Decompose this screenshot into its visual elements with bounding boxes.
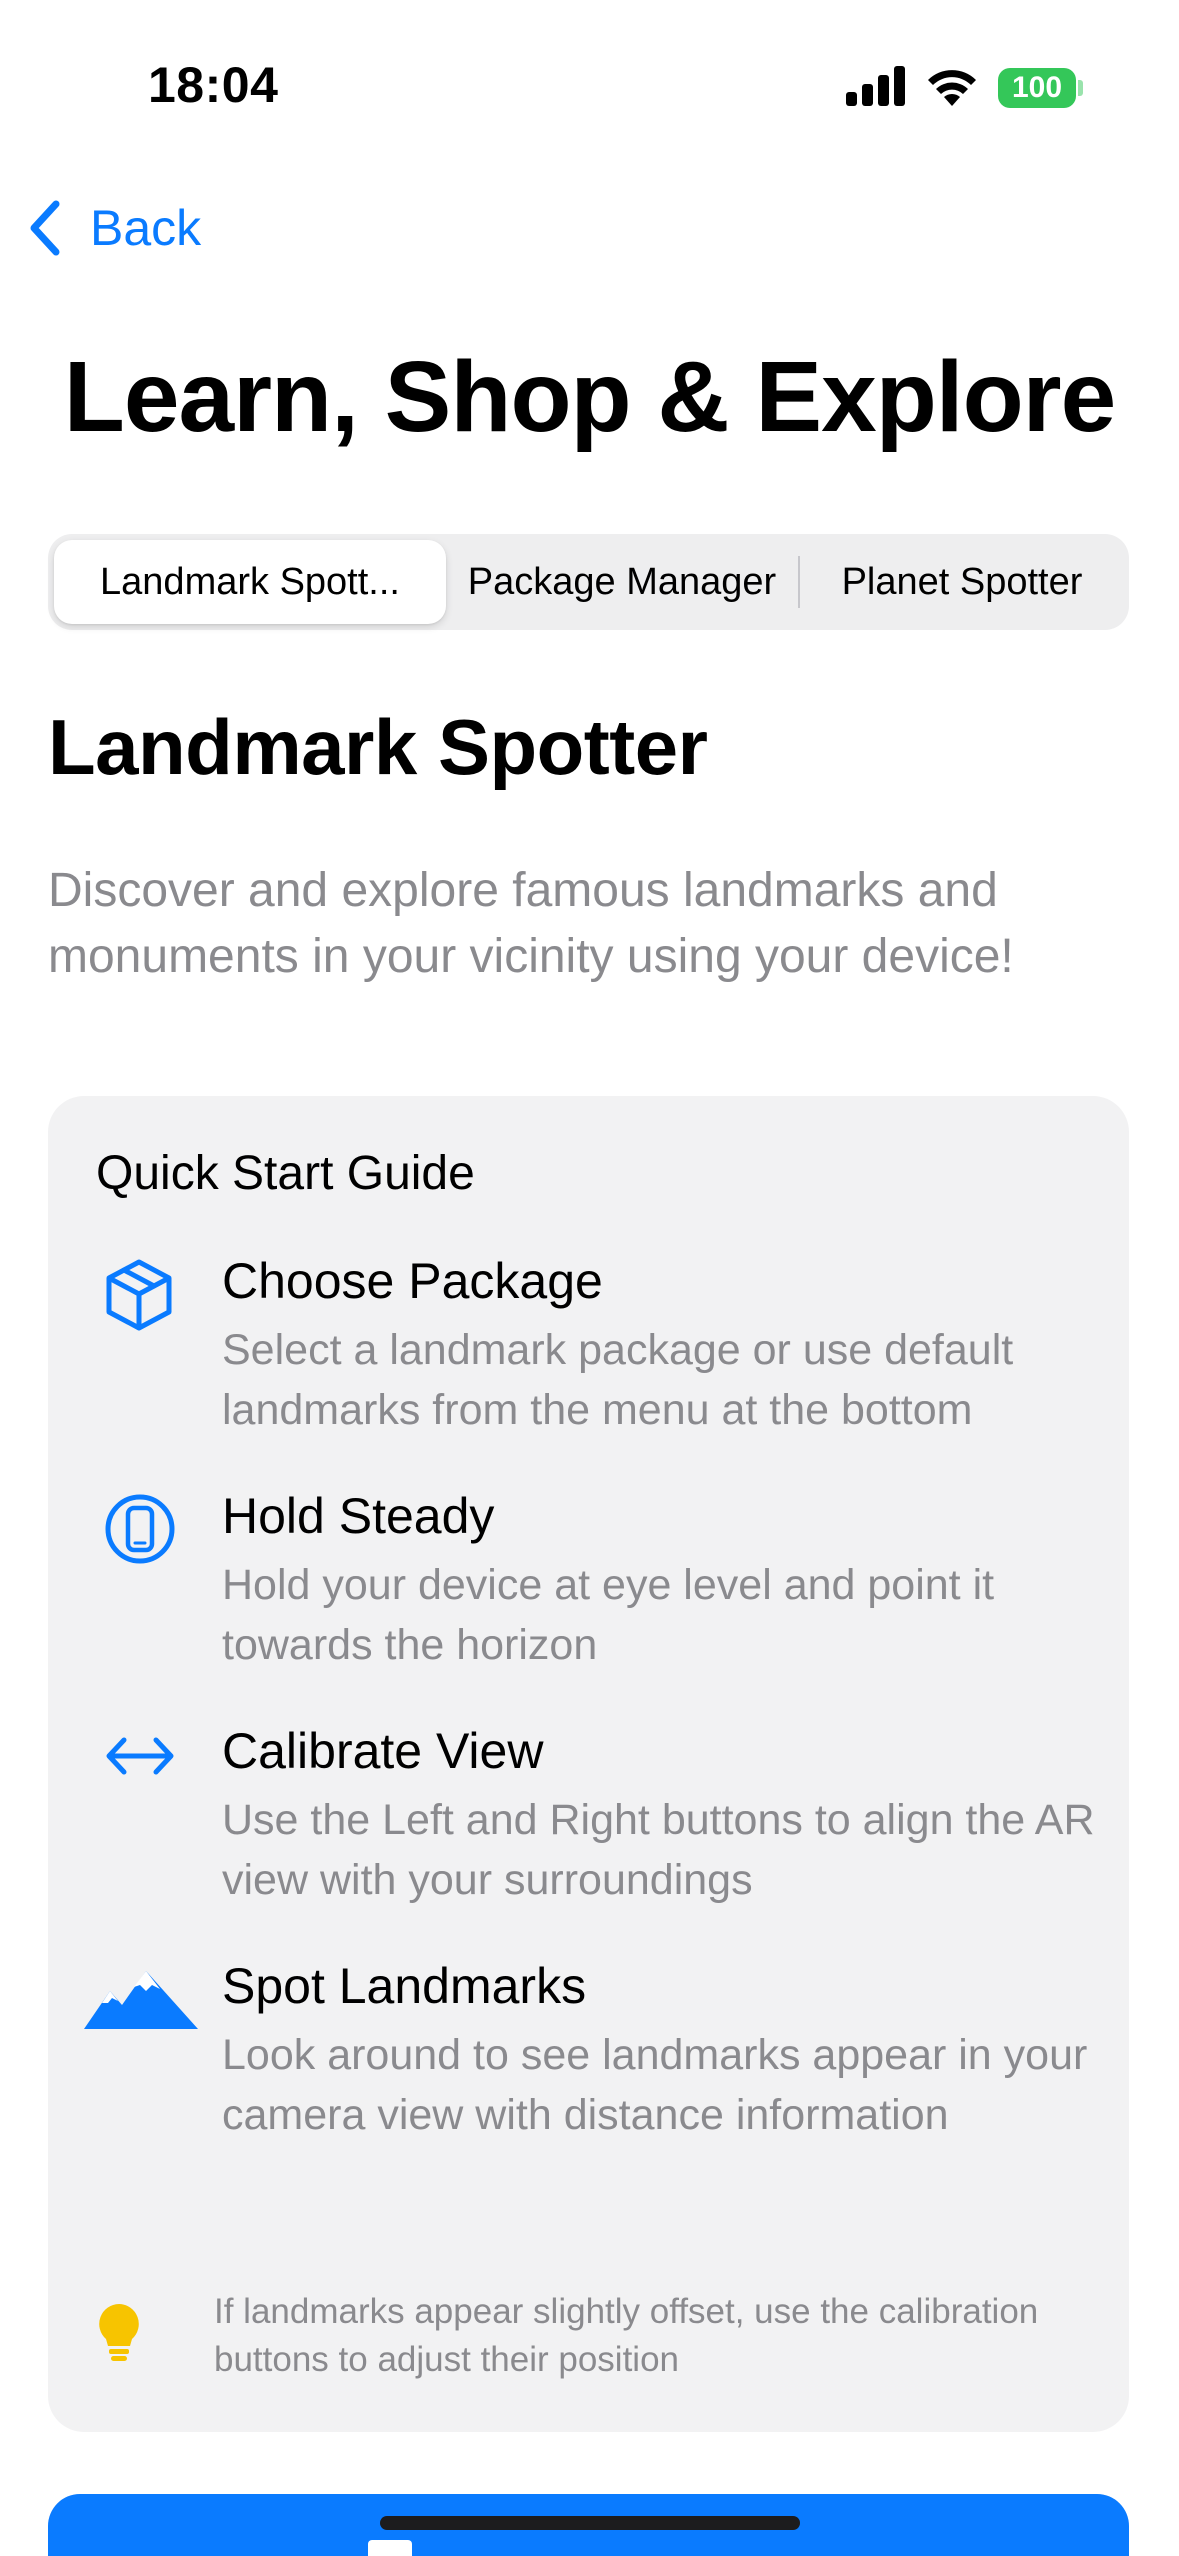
lightbulb-icon	[99, 2304, 139, 2361]
step-description: Look around to see landmarks appear in y…	[222, 2031, 1088, 2139]
tip-text: If landmarks appear slightly offset, use…	[214, 2292, 1039, 2379]
tab-landmark-spotter[interactable]: Landmark Spott...	[54, 540, 446, 624]
home-indicator[interactable]	[380, 2516, 800, 2530]
left-right-arrow-icon	[106, 1737, 174, 1775]
step-title: Calibrate View	[222, 1723, 544, 1779]
wifi-icon	[928, 70, 976, 106]
phone-circle-icon	[105, 1494, 175, 1564]
tab-package-manager[interactable]: Package Manager	[448, 540, 796, 624]
button-icon	[368, 2540, 412, 2556]
step-description: Select a landmark package or use default…	[222, 1326, 1014, 1434]
guide-title: Quick Start Guide	[96, 1147, 475, 1200]
battery-icon: 100	[998, 68, 1076, 108]
step-description: Use the Left and Right buttons to align …	[222, 1796, 1095, 1904]
cube-icon	[106, 1259, 172, 1331]
step-description: Hold your device at eye level and point …	[222, 1561, 995, 1669]
step-title: Hold Steady	[222, 1488, 495, 1544]
battery-tip	[1078, 80, 1083, 96]
section-title: Landmark Spotter	[48, 703, 708, 791]
step-title: Spot Landmarks	[222, 1958, 587, 2014]
segmented-control: Landmark Spott... Package Manager Planet…	[48, 534, 1129, 630]
screen: 18:04 100 Back Learn, Shop & Explore Lan…	[0, 0, 1179, 2556]
signal-icon	[846, 66, 905, 106]
chevron-left-icon	[30, 200, 60, 256]
section-description: Discover and explore famous landmarks an…	[48, 864, 1014, 983]
quick-start-card: Quick Start Guide Choose Package Select …	[48, 1096, 1129, 2432]
status-time: 18:04	[148, 57, 279, 113]
mountains-icon	[84, 1971, 198, 2029]
back-button[interactable]: Back	[24, 190, 201, 266]
page-title: Learn, Shop & Explore	[63, 341, 1116, 453]
back-label: Back	[90, 200, 202, 256]
step-title: Choose Package	[222, 1253, 603, 1309]
tab-planet-spotter[interactable]: Planet Spotter	[800, 540, 1124, 624]
